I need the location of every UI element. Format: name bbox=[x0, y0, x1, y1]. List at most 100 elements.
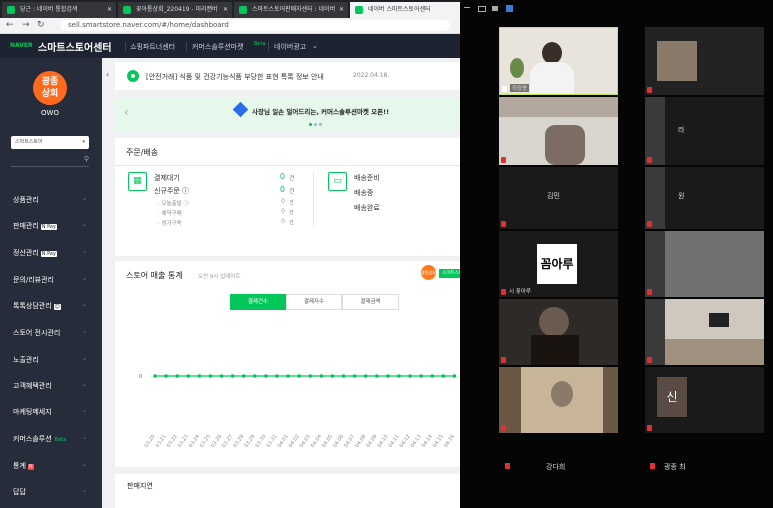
sidebar-item[interactable]: 답답 ⌄ bbox=[13, 487, 87, 497]
reload-icon[interactable]: ↻ bbox=[37, 20, 45, 30]
order-status-label[interactable]: 신규주문 ⓘ bbox=[154, 186, 189, 196]
participant-tile[interactable]: 원 bbox=[645, 167, 764, 229]
data-point[interactable] bbox=[397, 374, 401, 378]
delivery-status-label[interactable]: 배송중 bbox=[354, 188, 373, 198]
data-point[interactable] bbox=[186, 374, 191, 378]
forward-icon[interactable]: → bbox=[22, 20, 30, 30]
sidebar-item[interactable]: 고객혜택관리 ⌄ bbox=[13, 381, 87, 391]
delivery-status-label[interactable]: 배송준비 bbox=[354, 173, 380, 183]
order-status-label[interactable]: · 예약구매 bbox=[158, 209, 182, 217]
participant-tile[interactable]: 김인 bbox=[499, 97, 618, 165]
order-count[interactable]: 0 bbox=[267, 185, 285, 194]
minimize-icon[interactable] bbox=[464, 7, 470, 8]
collapse-sidebar-icon[interactable]: ‹ bbox=[106, 70, 109, 79]
data-point[interactable] bbox=[452, 374, 457, 378]
data-point[interactable] bbox=[175, 374, 179, 378]
sidebar-item[interactable]: 문의/리뷰관리 ⌄ bbox=[13, 275, 87, 285]
participant-tile[interactable] bbox=[645, 231, 764, 297]
sidebar-item[interactable]: 통계 N ⌄ bbox=[13, 461, 87, 471]
chevron-left-icon[interactable]: ‹ bbox=[124, 105, 129, 119]
order-count[interactable]: 0 bbox=[267, 172, 285, 181]
data-point[interactable] bbox=[308, 374, 313, 378]
data-point[interactable] bbox=[208, 374, 213, 378]
data-point[interactable] bbox=[253, 374, 257, 378]
chevron-down-icon[interactable]: ⌄ bbox=[312, 42, 318, 50]
tab-payment-count[interactable]: 결제건수 bbox=[230, 294, 286, 310]
menu-shopping-partner[interactable]: 쇼핑파트너센터 bbox=[130, 42, 175, 52]
data-point[interactable] bbox=[319, 374, 324, 378]
order-count[interactable]: 0 bbox=[267, 208, 285, 215]
search-icon[interactable]: ⚲ bbox=[84, 155, 89, 163]
screen-icon[interactable] bbox=[492, 6, 498, 11]
carousel-dot[interactable] bbox=[314, 123, 317, 126]
back-icon[interactable]: ← bbox=[6, 20, 14, 30]
participant-tile[interactable]: 김민 bbox=[499, 167, 618, 229]
data-point[interactable] bbox=[441, 374, 446, 378]
data-point[interactable] bbox=[363, 374, 368, 378]
data-point[interactable] bbox=[286, 374, 290, 378]
order-status-label[interactable]: 결제대기 bbox=[154, 173, 180, 183]
channel-badge[interactable]: 스마트스토어 bbox=[439, 269, 460, 278]
naver-logo[interactable]: NAVER bbox=[10, 42, 33, 49]
menu-naver-ads[interactable]: 네이버광고 bbox=[274, 42, 306, 52]
data-point[interactable] bbox=[219, 374, 224, 378]
browser-tab[interactable]: 꽃아통상회_220419 - 미리캔버 ✕ bbox=[118, 2, 232, 18]
participant-tile[interactable]: 신 bbox=[645, 367, 764, 433]
close-icon[interactable]: ✕ bbox=[107, 2, 112, 18]
sidebar-item[interactable]: 커머스솔루션 Beta ⌄ bbox=[13, 434, 87, 444]
data-point[interactable] bbox=[341, 374, 346, 378]
data-point[interactable] bbox=[230, 374, 235, 378]
order-status-label[interactable]: · 정기구독 bbox=[158, 219, 182, 227]
order-count[interactable]: 0 bbox=[267, 218, 285, 225]
promo-banner[interactable]: ‹ 사장님 일손 덜어드리는, 커머스솔루션마켓 오픈!! bbox=[115, 97, 460, 131]
carousel-dot[interactable] bbox=[319, 123, 322, 126]
sidebar-item[interactable]: 노출관리 ⌄ bbox=[13, 355, 87, 365]
participant-tile[interactable] bbox=[645, 27, 764, 95]
close-icon[interactable]: ✕ bbox=[339, 2, 344, 18]
data-point[interactable] bbox=[264, 374, 268, 378]
browser-tab-active[interactable]: 네이버 스마트스토어센터 bbox=[350, 2, 460, 18]
tab-payer-count[interactable]: 결제자수 bbox=[286, 294, 342, 310]
participant-tile[interactable]: 꼼아루 시 꽃아루 bbox=[499, 231, 618, 297]
sidebar-item[interactable]: 톡톡상담관리 ☺ ⌄ bbox=[13, 301, 87, 311]
data-point[interactable] bbox=[197, 374, 202, 378]
data-point[interactable] bbox=[386, 374, 390, 378]
store-logo[interactable]: 광종 상회 bbox=[33, 71, 67, 105]
close-icon[interactable]: ✕ bbox=[223, 2, 228, 18]
data-point[interactable] bbox=[352, 374, 357, 378]
gallery-view-icon[interactable] bbox=[506, 5, 513, 12]
sidebar-item[interactable]: 판매관리 N Pay ⌄ bbox=[13, 221, 87, 231]
participant-tile[interactable] bbox=[499, 367, 618, 433]
menu-commerce-solution[interactable]: 커머스솔루션마켓 bbox=[192, 42, 244, 52]
data-point[interactable] bbox=[275, 374, 279, 378]
carousel-dot[interactable] bbox=[309, 123, 312, 126]
store-badge[interactable]: 광종상회 bbox=[421, 265, 436, 280]
order-count[interactable]: 0 bbox=[267, 198, 285, 205]
data-point[interactable] bbox=[419, 374, 423, 378]
data-point[interactable] bbox=[297, 374, 301, 378]
participant-tile[interactable] bbox=[645, 299, 764, 365]
data-point[interactable] bbox=[330, 374, 335, 378]
order-status-label[interactable]: · 오늘출발 ⓘ bbox=[158, 199, 189, 207]
participant-tile[interactable] bbox=[499, 299, 618, 365]
browser-tab[interactable]: 스마트스토어판매자센터 : 네이버 ✕ bbox=[234, 2, 348, 18]
sidebar-item[interactable]: 상품관리 ⌄ bbox=[13, 195, 87, 205]
data-point[interactable] bbox=[375, 374, 379, 378]
data-point[interactable] bbox=[430, 374, 435, 378]
site-title[interactable]: 스마트스토어센터 bbox=[38, 39, 112, 54]
tab-payment-amount[interactable]: 결제금액 bbox=[342, 294, 399, 310]
notice-bar[interactable]: [안전거래] 식품 및 건강기능식품 부당한 표현 특록 정보 안내 2022.… bbox=[115, 62, 460, 90]
delivery-status-label[interactable]: 배송완료 bbox=[354, 203, 380, 213]
window-icon[interactable] bbox=[478, 6, 486, 12]
url-input[interactable]: sell.smartstore.naver.com/#/home/dashboa… bbox=[60, 20, 450, 31]
menu-search-input[interactable]: ⚲ bbox=[11, 153, 89, 167]
data-point[interactable] bbox=[241, 374, 246, 378]
notice-text[interactable]: [안전거래] 식품 및 건강기능식품 부당한 표현 특록 정보 안내 bbox=[146, 72, 324, 82]
sidebar-item[interactable]: 마케팅메세지 ⌄ bbox=[13, 407, 87, 417]
browser-tab[interactable]: 당근 : 네이버 통합검색 ✕ bbox=[2, 2, 116, 18]
participant-tile[interactable]: 최광종 bbox=[499, 27, 618, 95]
sidebar-item[interactable]: 스토어 전시관리 ⌄ bbox=[13, 328, 87, 338]
data-point[interactable] bbox=[164, 374, 168, 378]
data-point[interactable] bbox=[153, 374, 157, 378]
participant-tile[interactable]: 라 bbox=[645, 97, 764, 165]
